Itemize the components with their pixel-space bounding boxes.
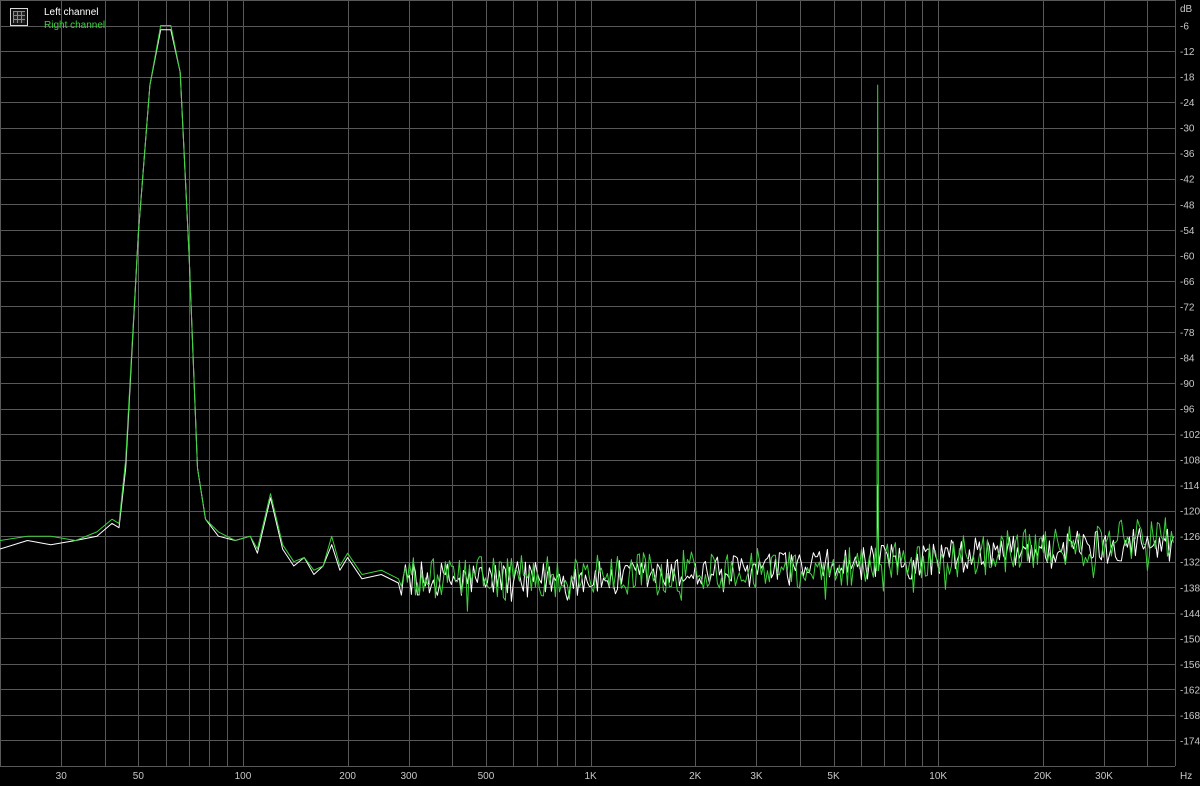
y-tick-label: -132 <box>1180 558 1200 569</box>
y-tick-label: -96 <box>1180 405 1195 416</box>
x-tick-label: 2K <box>689 771 702 782</box>
x-tick-label: 10K <box>929 771 947 782</box>
y-tick-label: -24 <box>1180 98 1195 109</box>
y-tick-label: -78 <box>1180 328 1195 339</box>
y-tick-label: -156 <box>1180 660 1200 671</box>
y-tick-label: -108 <box>1180 456 1200 467</box>
spectrum-chart: -6 -12 -18 -24 -30 -36 -42 -48 -54 -60 -66 -72 -78 -8… <box>0 0 1200 786</box>
x-tick-label: 50 <box>133 771 145 782</box>
y-tick-label: -18 <box>1180 73 1195 84</box>
x-tick-label: 20K <box>1034 771 1052 782</box>
grid-window-icon[interactable] <box>10 8 28 26</box>
x-tick-label: 30 <box>56 771 68 782</box>
x-tick-label: 1K <box>584 771 597 782</box>
x-tick-label: 300 <box>400 771 417 782</box>
y-tick-label: -72 <box>1180 302 1195 313</box>
y-tick-label: -138 <box>1180 583 1200 594</box>
legend-right-channel: Right channel <box>44 20 106 31</box>
x-tick-label: 3K <box>750 771 763 782</box>
y-tick-label: -60 <box>1180 251 1195 262</box>
x-tick-label: 500 <box>478 771 495 782</box>
y-tick-label: -30 <box>1180 124 1195 135</box>
y-tick-label: -66 <box>1180 277 1195 288</box>
y-tick-label: -126 <box>1180 532 1200 543</box>
y-tick-label: -48 <box>1180 200 1195 211</box>
y-tick-label: -114 <box>1180 481 1200 492</box>
x-tick-label: 30K <box>1095 771 1113 782</box>
y-tick-label: -84 <box>1180 353 1195 364</box>
x-tick-label: 100 <box>235 771 252 782</box>
y-tick-label: -36 <box>1180 149 1195 160</box>
y-tick-label: -102 <box>1180 430 1200 441</box>
spectrum-analyzer-window: -6 -12 -18 -24 -30 -36 -42 -48 -54 -60 -66 -72 -78 -8… <box>0 0 1200 786</box>
y-tick-label: -150 <box>1180 634 1200 645</box>
x-tick-label: 5K <box>827 771 840 782</box>
y-tick-label: -168 <box>1180 711 1200 722</box>
x-unit-label: Hz <box>1180 771 1192 782</box>
y-tick-label: -120 <box>1180 507 1200 518</box>
y-tick-label: -162 <box>1180 685 1200 696</box>
y-tick-label: -12 <box>1180 47 1195 58</box>
y-tick-label: -174 <box>1180 736 1200 747</box>
y-tick-label: -90 <box>1180 379 1195 390</box>
y-tick-label: -54 <box>1180 226 1195 237</box>
y-unit-label: dB <box>1180 4 1193 15</box>
y-tick-label: -6 <box>1180 22 1189 33</box>
y-tick-label: -144 <box>1180 609 1200 620</box>
legend-left-channel: Left channel <box>44 7 99 18</box>
y-tick-label: -42 <box>1180 175 1195 186</box>
x-tick-label: 200 <box>339 771 356 782</box>
